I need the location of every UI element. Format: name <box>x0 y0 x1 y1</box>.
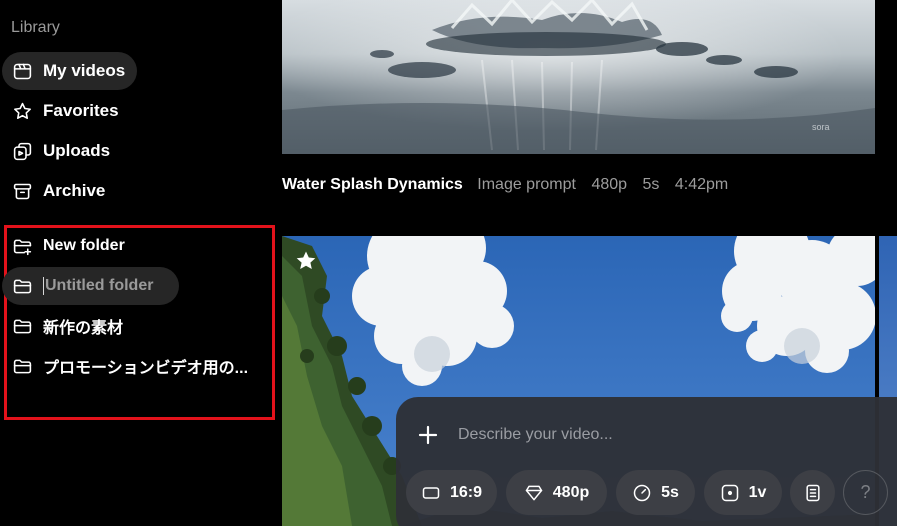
nav-uploads[interactable]: Uploads <box>2 132 122 170</box>
variations-button[interactable]: 1v <box>704 470 782 515</box>
video-title[interactable]: Water Splash Dynamics <box>282 176 463 193</box>
folder-shinsaku-sozai[interactable]: 新作の素材 <box>2 307 135 345</box>
folder-label: New folder <box>43 237 125 254</box>
nav-label: Favorites <box>43 101 119 120</box>
folder-new-folder[interactable]: New folder <box>2 227 137 265</box>
help-button[interactable]: ? <box>843 470 888 515</box>
help-label: ? <box>860 482 871 502</box>
aspect-ratio-icon <box>422 486 440 499</box>
storyboard-icon <box>805 484 820 501</box>
prompt-composer: 16:9 480p 5s 1v ? <box>396 397 897 526</box>
library-section-title: Library <box>11 19 60 36</box>
video-meta-row: Water Splash Dynamics Image prompt 480p … <box>282 176 739 194</box>
nav-favorites[interactable]: Favorites <box>2 92 131 130</box>
storyboard-button[interactable] <box>790 470 835 515</box>
folder-name-input[interactable]: Untitled folder <box>43 277 153 295</box>
folder-label: 新作の素材 <box>43 320 124 337</box>
folder-untitled-rename-field[interactable]: Untitled folder <box>2 267 179 305</box>
favorite-star-icon[interactable] <box>294 249 318 273</box>
nav-my-videos[interactable]: My videos <box>2 52 138 90</box>
video-resolution: 480p <box>591 176 628 193</box>
add-attachment-button[interactable] <box>416 423 440 447</box>
water-splash-image: sora <box>282 0 875 154</box>
variations-value: 1v <box>748 483 767 501</box>
nav-label: Archive <box>43 181 106 200</box>
thumbnail-watermark: sora <box>812 122 830 132</box>
prompt-input[interactable] <box>458 423 858 447</box>
clapperboard-icon <box>11 60 33 82</box>
folder-label: プロモーションビデオ用の... <box>43 360 249 377</box>
aspect-ratio-value: 16:9 <box>449 483 483 501</box>
video-duration: 5s <box>642 176 660 193</box>
nav-label: Uploads <box>43 141 111 160</box>
sidebar: Library My videos Favorites Uploads Arch… <box>0 0 280 526</box>
variations-icon <box>721 484 738 501</box>
folder-icon <box>11 315 33 337</box>
folder-plus-icon <box>11 235 33 257</box>
duration-value: 5s <box>661 483 679 501</box>
archive-icon <box>11 180 33 202</box>
star-icon <box>11 100 33 122</box>
diamond-icon <box>525 485 543 500</box>
video-time: 4:42pm <box>674 176 729 193</box>
folder-icon <box>11 275 33 297</box>
video-feed: sora Water Splash Dynamics Image prompt … <box>280 0 897 526</box>
nav-archive[interactable]: Archive <box>2 172 117 210</box>
duration-button[interactable]: 5s <box>616 470 695 515</box>
resolution-button[interactable]: 480p <box>506 470 607 515</box>
nav-label: My videos <box>43 61 126 80</box>
folder-promotion-video[interactable]: プロモーションビデオ用の... <box>2 347 260 385</box>
resolution-value: 480p <box>552 483 590 501</box>
folder-icon <box>11 355 33 377</box>
video-source: Image prompt <box>477 176 576 193</box>
aspect-ratio-button[interactable]: 16:9 <box>406 470 497 515</box>
video-thumbnail-water-splash[interactable]: sora <box>282 0 875 154</box>
clock-icon <box>633 484 651 501</box>
uploads-icon <box>11 140 33 162</box>
